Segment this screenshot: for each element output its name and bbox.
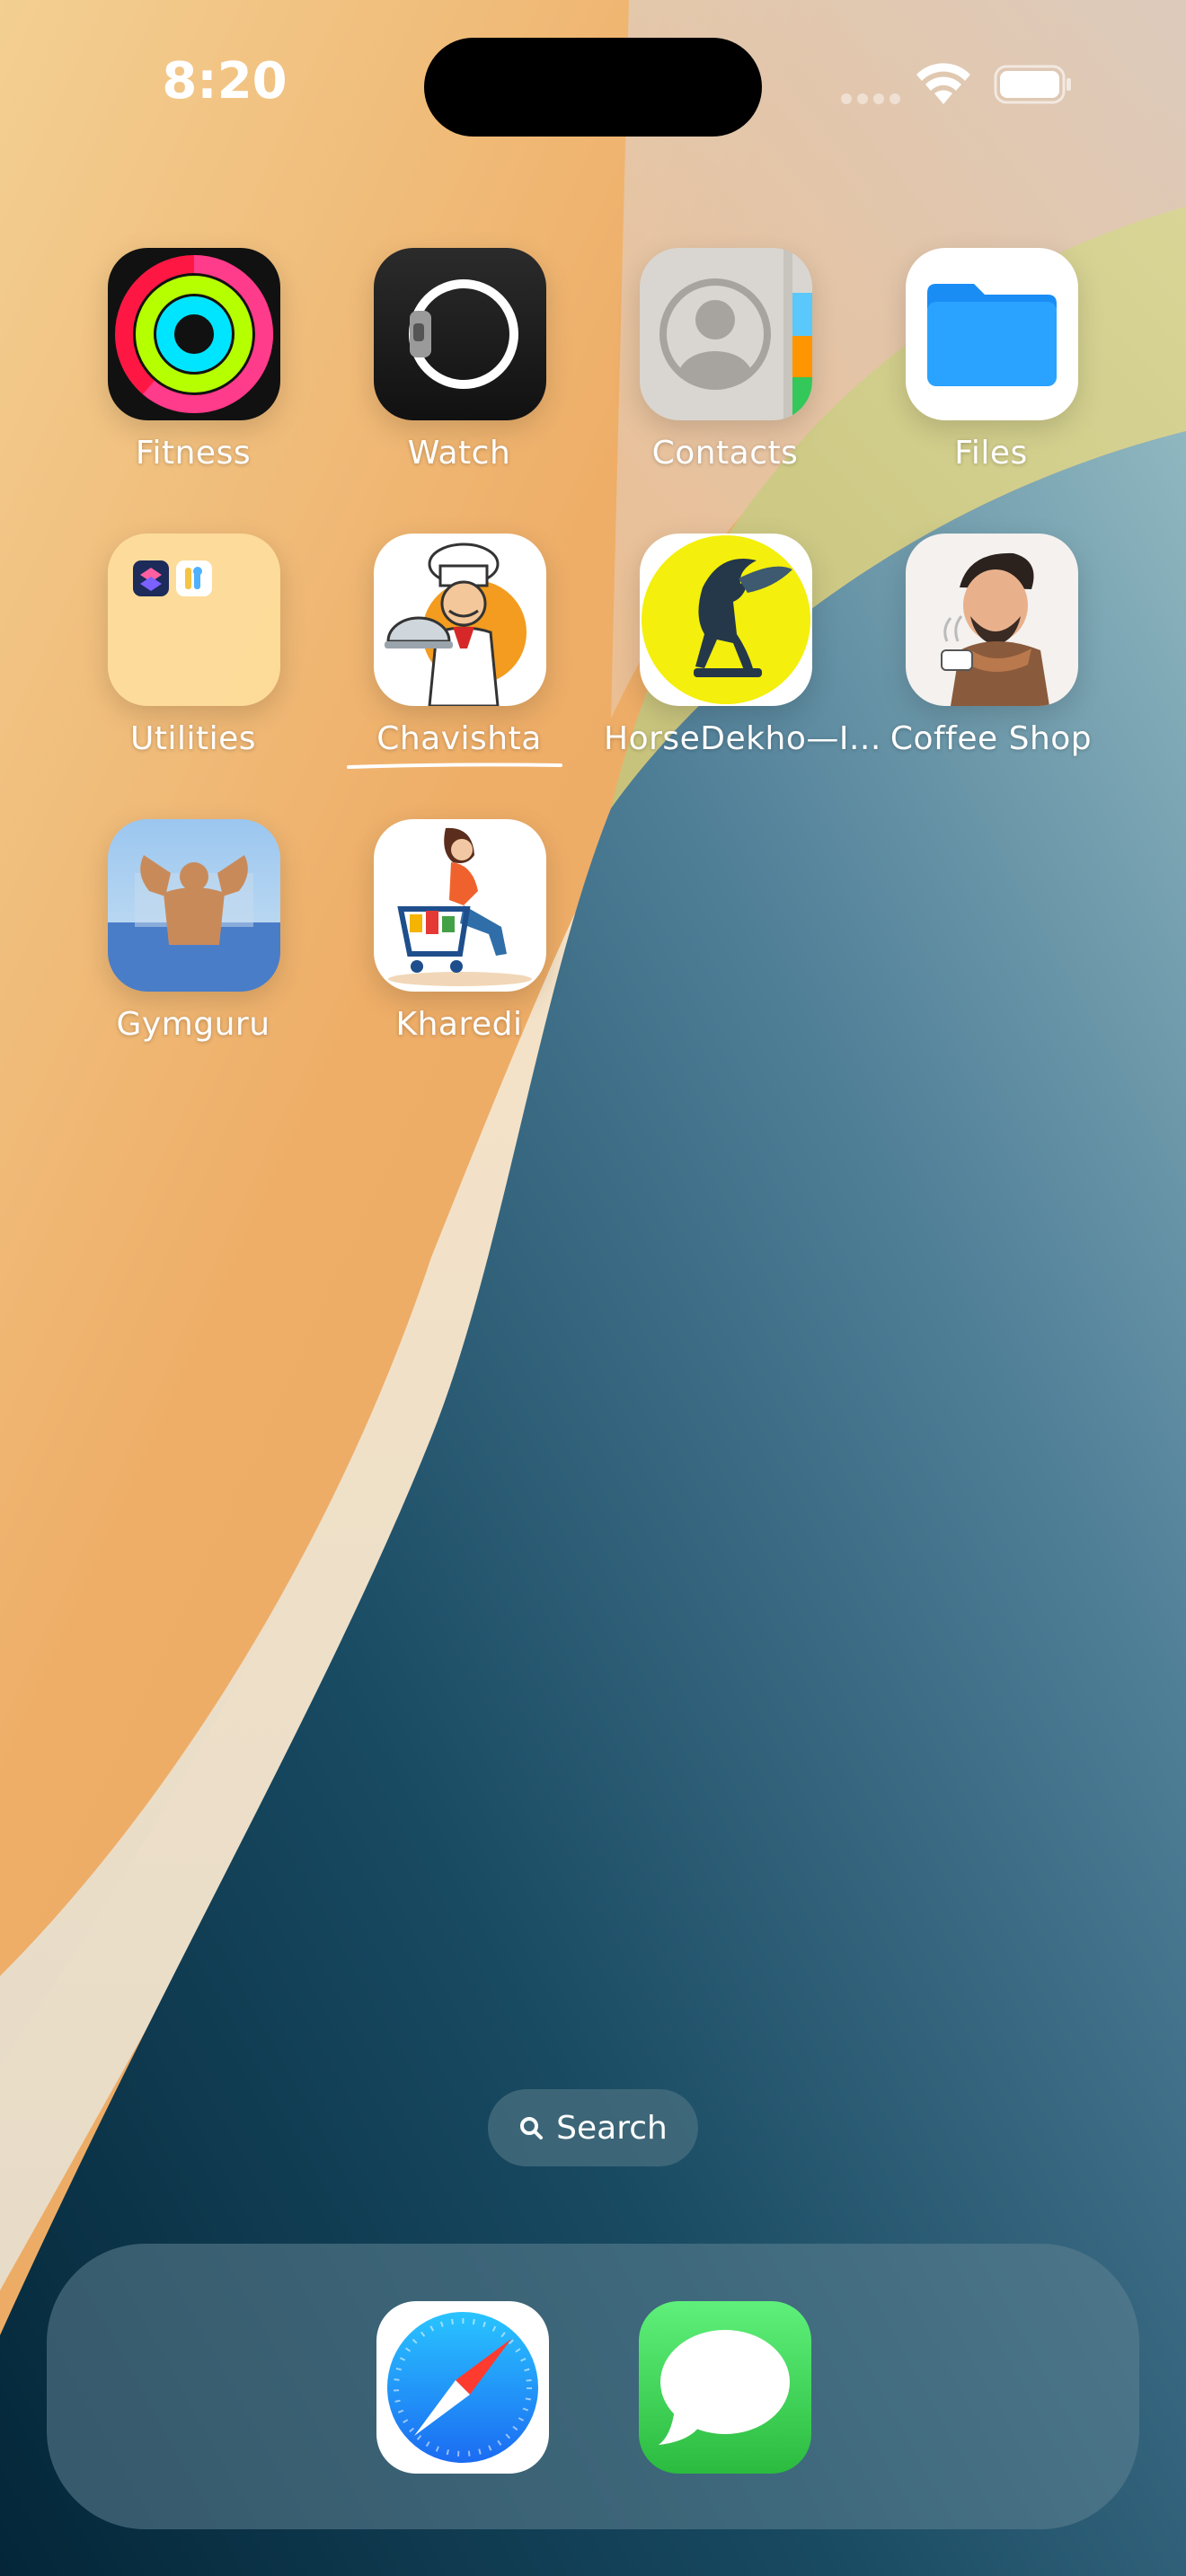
app-label: Fitness <box>135 435 252 472</box>
app-label: Contacts <box>651 435 799 472</box>
dock <box>47 2244 1139 2529</box>
app-label: Coffee Shop <box>890 720 1093 757</box>
chef-icon <box>374 534 546 706</box>
search-button[interactable]: Search <box>488 2089 698 2166</box>
app-label: Utilities <box>130 720 256 757</box>
selected-underline <box>347 763 562 769</box>
contacts-icon <box>640 248 812 420</box>
speech-bubble-icon <box>659 2330 790 2445</box>
compass-icon <box>387 2312 538 2463</box>
search-label: Search <box>556 2109 668 2147</box>
battery-icon <box>994 65 1071 104</box>
search-icon <box>520 2117 544 2139</box>
shopping-cart-icon <box>374 819 546 992</box>
horse-icon <box>640 534 812 706</box>
dock-app-messages[interactable] <box>639 2301 811 2474</box>
dock-app-safari[interactable] <box>376 2301 549 2474</box>
app-label: Kharedi <box>395 1006 523 1043</box>
watch-icon <box>374 248 546 420</box>
app-label: Files <box>954 435 1028 472</box>
folder-group-icon <box>108 534 280 706</box>
fitness-rings-icon <box>108 248 280 420</box>
app-label: Chavishta <box>376 720 542 757</box>
app-label: Gymguru <box>116 1006 270 1043</box>
dynamic-island <box>424 38 762 137</box>
app-label: HorseDekho—I... <box>604 720 881 757</box>
status-time: 8:20 <box>162 52 288 110</box>
bodybuilder-icon <box>108 819 280 992</box>
coffee-man-icon <box>906 534 1078 706</box>
app-label: Watch <box>407 435 511 472</box>
wifi-icon <box>916 63 970 104</box>
folder-icon <box>906 248 1078 420</box>
